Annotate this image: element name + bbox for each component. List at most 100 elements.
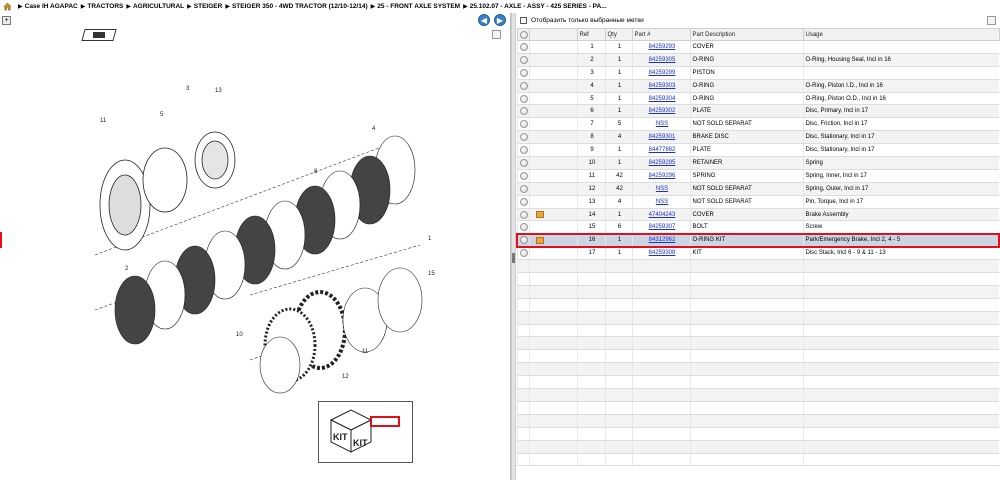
row-select-cell[interactable] xyxy=(516,79,529,93)
select-all-icon[interactable] xyxy=(519,30,528,39)
row-select-cell[interactable] xyxy=(516,66,529,80)
qty-column-header[interactable]: Qty xyxy=(604,28,633,41)
row-select-cell[interactable] xyxy=(516,220,529,235)
row-select-icon[interactable] xyxy=(520,223,528,232)
part-number-link[interactable]: NSS xyxy=(656,199,668,205)
row-select-icon[interactable] xyxy=(520,210,528,219)
home-icon[interactable] xyxy=(3,2,12,11)
kit-box-icon[interactable] xyxy=(535,210,544,218)
row-select-cell[interactable] xyxy=(516,182,529,196)
part-number-link[interactable]: 84259296 xyxy=(649,173,676,179)
table-row[interactable]: 4 1 84259303 O-RING O-Ring, Piston I.D., Inc… xyxy=(516,79,999,93)
part-number-link[interactable]: NSS xyxy=(656,186,668,192)
row-select-cell[interactable] xyxy=(516,195,529,209)
part-number-link[interactable]: 47404243 xyxy=(649,212,676,218)
empty-cell xyxy=(516,259,529,274)
row-select-cell[interactable] xyxy=(516,117,529,132)
part-number-link[interactable]: 84312962 xyxy=(649,237,676,243)
row-select-cell[interactable] xyxy=(516,169,529,183)
table-row[interactable]: 13 4 NSS NOT SOLD SEPARAT Pin, Torque, Incl … xyxy=(516,195,999,209)
part-column-header[interactable]: Part # xyxy=(631,28,691,41)
row-select-icon[interactable] xyxy=(520,94,528,103)
previous-page-button[interactable]: ◀ xyxy=(478,14,490,26)
table-row[interactable]: 10 1 84259295 RETAINER Spring xyxy=(516,156,999,170)
row-select-icon[interactable] xyxy=(520,55,528,64)
usage-cell xyxy=(802,66,999,80)
next-page-button[interactable]: ▶ xyxy=(494,14,506,26)
row-select-icon[interactable] xyxy=(520,158,528,167)
row-select-cell[interactable] xyxy=(516,143,529,158)
empty-cell xyxy=(802,440,999,454)
row-select-cell[interactable] xyxy=(516,130,529,145)
table-row[interactable]: 7 5 NSS NOT SOLD SEPARAT Disc, Friction, Inc… xyxy=(516,117,999,132)
row-select-icon[interactable] xyxy=(520,81,528,90)
part-number-link[interactable]: 84477882 xyxy=(649,147,676,153)
table-row[interactable]: 16 1 84312962 O-RING KIT Park/Emergency Brak… xyxy=(516,232,1000,248)
part-number-link[interactable]: 84259303 xyxy=(649,83,676,89)
row-select-icon[interactable] xyxy=(520,68,528,77)
part-number-link[interactable]: 84259302 xyxy=(649,108,676,114)
breadcrumb-item[interactable]: STEIGER xyxy=(194,3,223,10)
table-row[interactable]: 15 6 84259307 BOLT Screw xyxy=(516,220,999,235)
table-row[interactable]: 3 1 84259299 PISTON xyxy=(516,66,999,80)
breadcrumb-item[interactable]: AGRICULTURAL xyxy=(133,3,184,10)
description-column-header[interactable]: Part Description xyxy=(689,28,804,41)
table-row[interactable]: 17 1 84259308 KIT Disc Stack, Incl 6 - 9 & 1… xyxy=(516,246,999,261)
show-selected-only-checkbox[interactable] xyxy=(520,17,527,24)
kit-box-icon[interactable] xyxy=(535,236,544,244)
select-all-header[interactable] xyxy=(516,28,530,41)
part-number-link[interactable]: 84259305 xyxy=(649,57,676,63)
empty-cell xyxy=(802,336,999,351)
part-number-link[interactable]: 84259307 xyxy=(649,224,676,230)
usage-column-header[interactable]: Usage xyxy=(802,28,1000,41)
kit-legend[interactable]: KIT KIT xyxy=(318,401,413,463)
table-row[interactable]: 11 42 84259296 SPRING Spring, Inner, Incl in… xyxy=(516,169,999,183)
row-select-icon[interactable] xyxy=(520,236,529,245)
part-number-link[interactable]: 84259299 xyxy=(649,70,676,76)
row-select-icon[interactable] xyxy=(520,197,528,206)
ref-cell: 3 xyxy=(576,66,605,80)
row-select-cell[interactable] xyxy=(516,208,529,222)
exploded-parts-diagram[interactable]: 13 3 11 5 4 8 2 1 15 10 11 12 xyxy=(0,30,511,480)
row-select-cell[interactable] xyxy=(516,246,529,261)
part-number-link[interactable]: 84259308 xyxy=(649,250,676,256)
housing-part[interactable] xyxy=(99,131,236,251)
row-select-icon[interactable] xyxy=(520,133,528,142)
table-row[interactable]: 9 1 84477882 PLATE Disc, Stationary, Incl in… xyxy=(516,143,999,158)
table-row[interactable]: 5 1 84259304 O-RING O-Ring, Piston O.D., Inc… xyxy=(516,92,999,106)
spring-assembly[interactable] xyxy=(259,267,423,394)
breadcrumb-item[interactable]: 25 - FRONT AXLE SYSTEM xyxy=(377,3,460,10)
breadcrumb-item[interactable]: Case IH AGAPAC xyxy=(25,3,78,10)
row-select-cell[interactable] xyxy=(516,40,529,54)
table-row[interactable]: 8 4 84259301 BRAKE DISC Disc, Stationary, In… xyxy=(516,130,999,145)
row-select-icon[interactable] xyxy=(520,107,528,116)
part-number-link[interactable]: 84259295 xyxy=(649,160,676,166)
row-select-cell[interactable] xyxy=(516,232,529,248)
row-select-icon[interactable] xyxy=(520,184,528,193)
row-select-cell[interactable] xyxy=(516,92,529,106)
row-select-icon[interactable] xyxy=(520,171,528,180)
part-number-link[interactable]: 84259301 xyxy=(649,134,676,140)
row-select-cell[interactable] xyxy=(516,156,529,170)
row-select-icon[interactable] xyxy=(520,249,528,258)
table-row[interactable]: 2 1 84259305 O-RING O-Ring, Housing Seal, In… xyxy=(516,53,999,67)
table-row[interactable]: 6 1 84259302 PLATE Disc, Primary, Incl in 17 xyxy=(516,104,999,119)
row-select-icon[interactable] xyxy=(520,42,528,51)
zoom-in-button[interactable]: + xyxy=(2,16,11,25)
table-row[interactable]: 14 1 47404243 COVER Brake Assembly xyxy=(516,208,999,222)
ref-cell: 2 xyxy=(576,53,605,67)
row-select-cell[interactable] xyxy=(516,104,529,119)
breadcrumb-item[interactable]: STEIGER 350 - 4WD TRACTOR (12/10-12/14) xyxy=(232,3,368,10)
table-row[interactable]: 12 42 NSS NOT SOLD SEPARAT Spring, Outer, In… xyxy=(516,182,999,196)
part-number-link[interactable]: 84259293 xyxy=(649,44,676,50)
row-select-icon[interactable] xyxy=(520,120,528,129)
row-select-icon[interactable] xyxy=(520,146,528,155)
ref-column-header[interactable]: Ref xyxy=(576,28,606,41)
part-number-link[interactable]: NSS xyxy=(656,121,668,127)
breadcrumb-item[interactable]: TRACTORS xyxy=(87,3,123,10)
splitter-handle[interactable] xyxy=(512,253,515,263)
row-select-cell[interactable] xyxy=(516,53,529,67)
expand-table-button[interactable] xyxy=(987,16,996,25)
table-row[interactable]: 1 1 84259293 COVER xyxy=(516,40,999,54)
part-number-link[interactable]: 84259304 xyxy=(649,96,676,102)
